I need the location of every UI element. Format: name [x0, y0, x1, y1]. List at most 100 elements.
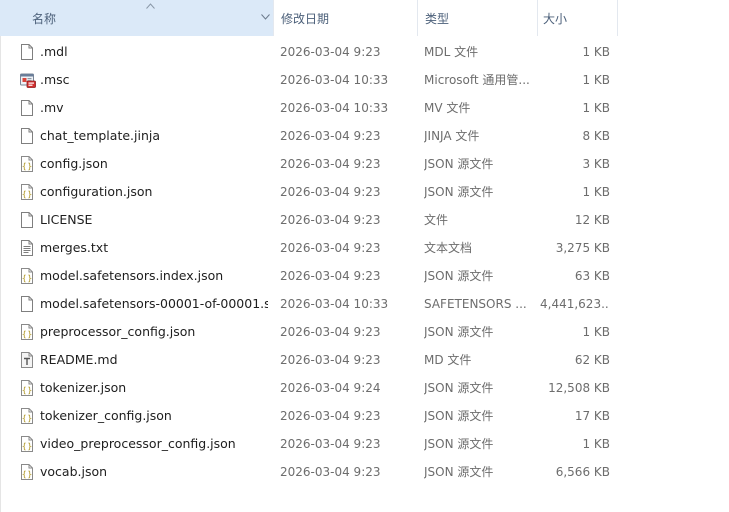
column-header-date-label: 修改日期 — [281, 12, 330, 26]
file-type: Microsoft 通用管... — [424, 73, 530, 87]
file-row[interactable]: LICENSE 2026-03-04 9:23 文件 12 KB — [0, 206, 729, 234]
file-name: configuration.json — [40, 184, 153, 199]
file-row[interactable]: merges.txt 2026-03-04 9:23 文本文档 3,275 KB — [0, 234, 729, 262]
json-file-icon — [20, 374, 36, 402]
file-modified-date: 2026-03-04 9:23 — [280, 157, 381, 171]
file-name: model.safetensors.index.json — [40, 268, 224, 283]
file-size: 17 KB — [574, 409, 610, 423]
file-size: 3 KB — [582, 157, 610, 171]
file-row[interactable]: .mdl 2026-03-04 9:23 MDL 文件 1 KB — [0, 38, 729, 66]
json-file-icon — [20, 178, 36, 206]
column-header-type[interactable]: 类型 — [417, 0, 537, 36]
file-row[interactable]: model.safetensors-00001-of-00001.s... 202… — [0, 290, 729, 318]
file-size: 6,566 KB — [555, 465, 610, 479]
file-row[interactable]: configuration.json 2026-03-04 9:23 JSON 源文… — [0, 178, 729, 206]
file-size: 1 KB — [582, 185, 610, 199]
file-modified-date: 2026-03-04 10:33 — [280, 73, 389, 87]
file-size: 8 KB — [582, 129, 610, 143]
file-name: .msc — [40, 72, 70, 87]
file-type: JSON 源文件 — [424, 157, 494, 171]
msc-installer-icon — [20, 66, 36, 94]
file-row[interactable]: tokenizer.json 2026-03-04 9:24 JSON 源文件 12,… — [0, 374, 729, 402]
file-size: 63 KB — [574, 269, 610, 283]
file-type: JSON 源文件 — [424, 381, 494, 395]
file-row[interactable]: chat_template.jinja 2026-03-04 9:23 JINJA … — [0, 122, 729, 150]
file-name: vocab.json — [40, 464, 108, 479]
file-list-pane: 名称 修改日期 类型 大小 .mdl 2026-03-04 9:23 MDL 文件 1… — [0, 0, 729, 512]
file-row[interactable]: tokenizer_config.json 2026-03-04 9:23 JSON… — [0, 402, 729, 430]
file-type: JINJA 文件 — [424, 129, 480, 143]
json-file-icon — [20, 430, 36, 458]
file-size: 1 KB — [582, 437, 610, 451]
file-modified-date: 2026-03-04 9:23 — [280, 325, 381, 339]
json-file-icon — [20, 458, 36, 486]
file-size: 12,508 KB — [548, 381, 610, 395]
file-row[interactable]: config.json 2026-03-04 9:23 JSON 源文件 3 KB — [0, 150, 729, 178]
file-type: JSON 源文件 — [424, 269, 494, 283]
chevron-down-icon[interactable] — [261, 14, 270, 20]
file-name: tokenizer_config.json — [40, 408, 172, 423]
blank-file-icon — [20, 290, 36, 318]
file-modified-date: 2026-03-04 10:33 — [280, 101, 389, 115]
file-type: MV 文件 — [424, 101, 471, 115]
file-size: 12 KB — [574, 213, 610, 227]
file-modified-date: 2026-03-04 10:33 — [280, 297, 389, 311]
file-modified-date: 2026-03-04 9:23 — [280, 241, 381, 255]
column-divider[interactable] — [617, 0, 618, 36]
file-modified-date: 2026-03-04 9:23 — [280, 353, 381, 367]
file-name: merges.txt — [40, 240, 109, 255]
file-modified-date: 2026-03-04 9:23 — [280, 129, 381, 143]
file-size: 1 KB — [582, 45, 610, 59]
file-size: 3,275 KB — [555, 241, 610, 255]
file-type: MD 文件 — [424, 353, 472, 367]
file-name: README.md — [40, 352, 118, 367]
file-name: preprocessor_config.json — [40, 324, 196, 339]
file-row[interactable]: model.safetensors.index.json 2026-03-04 9… — [0, 262, 729, 290]
column-header-name[interactable]: 名称 — [0, 0, 274, 36]
file-name: .mv — [40, 100, 64, 115]
file-modified-date: 2026-03-04 9:23 — [280, 465, 381, 479]
markdown-file-icon — [20, 346, 36, 374]
json-file-icon — [20, 150, 36, 178]
file-size: 1 KB — [582, 101, 610, 115]
file-type: JSON 源文件 — [424, 465, 494, 479]
file-type: JSON 源文件 — [424, 325, 494, 339]
file-type: JSON 源文件 — [424, 409, 494, 423]
column-header-name-label: 名称 — [32, 12, 57, 26]
file-type: 文件 — [424, 213, 449, 227]
json-file-icon — [20, 262, 36, 290]
column-header-date[interactable]: 修改日期 — [273, 0, 417, 36]
text-file-icon — [20, 234, 36, 262]
file-row[interactable]: .mv 2026-03-04 10:33 MV 文件 1 KB — [0, 94, 729, 122]
file-modified-date: 2026-03-04 9:23 — [280, 185, 381, 199]
blank-file-icon — [20, 38, 36, 66]
file-row[interactable]: .msc 2026-03-04 10:33 Microsoft 通用管... 1 KB — [0, 66, 729, 94]
sort-ascending-icon — [146, 3, 155, 9]
file-type: SAFETENSORS ... — [424, 297, 527, 311]
file-modified-date: 2026-03-04 9:23 — [280, 409, 381, 423]
file-type: JSON 源文件 — [424, 437, 494, 451]
file-row[interactable]: preprocessor_config.json 2026-03-04 9:23 J… — [0, 318, 729, 346]
file-row[interactable]: vocab.json 2026-03-04 9:23 JSON 源文件 6,566 K… — [0, 458, 729, 486]
file-size: 1 KB — [582, 325, 610, 339]
file-modified-date: 2026-03-04 9:23 — [280, 437, 381, 451]
file-modified-date: 2026-03-04 9:23 — [280, 45, 381, 59]
blank-file-icon — [20, 206, 36, 234]
file-name: LICENSE — [40, 212, 93, 227]
blank-file-icon — [20, 94, 36, 122]
file-name: video_preprocessor_config.json — [40, 436, 236, 451]
file-modified-date: 2026-03-04 9:23 — [280, 269, 381, 283]
file-size: 62 KB — [574, 353, 610, 367]
file-size: 4,441,623... — [540, 297, 610, 311]
file-name: config.json — [40, 156, 108, 171]
file-name: model.safetensors-00001-of-00001.s... — [40, 296, 268, 311]
file-name: tokenizer.json — [40, 380, 127, 395]
file-row[interactable]: video_preprocessor_config.json 2026-03-04… — [0, 430, 729, 458]
column-header-size[interactable]: 大小 — [537, 0, 617, 36]
file-row[interactable]: README.md 2026-03-04 9:23 MD 文件 62 KB — [0, 346, 729, 374]
file-type: JSON 源文件 — [424, 185, 494, 199]
file-name: chat_template.jinja — [40, 128, 161, 143]
json-file-icon — [20, 402, 36, 430]
column-header-size-label: 大小 — [543, 12, 568, 26]
file-name: .mdl — [40, 44, 68, 59]
